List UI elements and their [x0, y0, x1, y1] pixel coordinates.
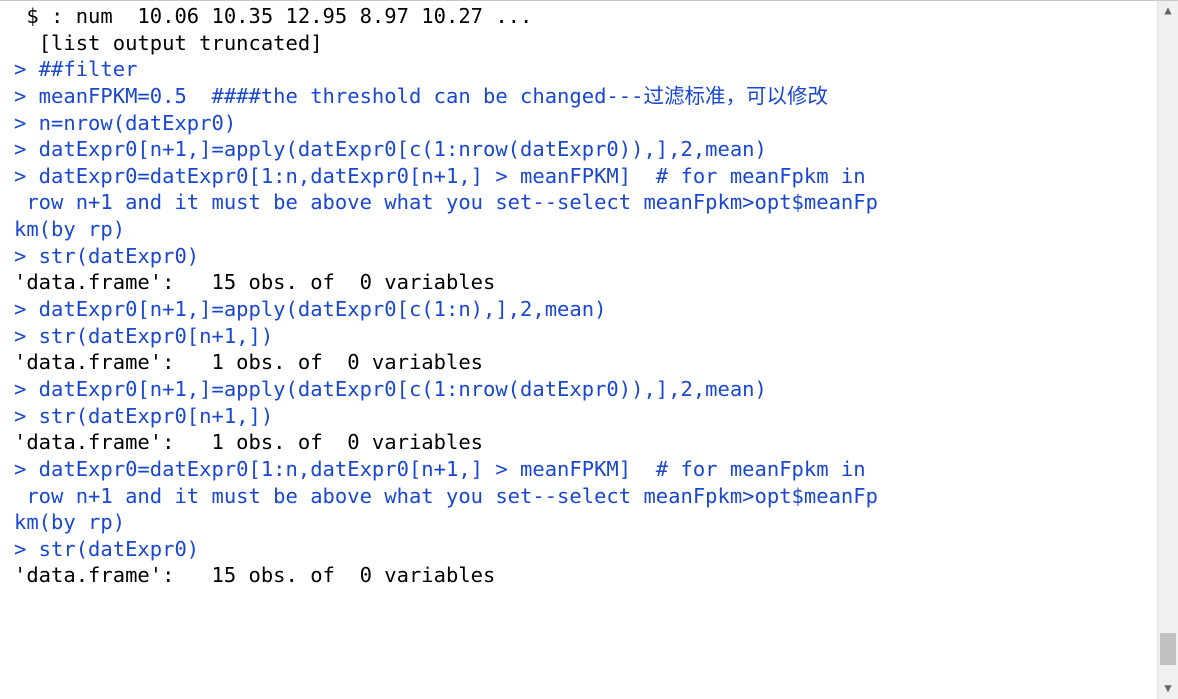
console-continuation-line: row n+1 and it must be above what you se…	[14, 483, 1158, 510]
console-input-line: > meanFPKM=0.5 ####the threshold can be …	[14, 83, 1158, 110]
output-text: $ : num 10.06 10.35 12.95 8.97 10.27 ...	[14, 4, 532, 28]
input-text: datExpr0[n+1,]=apply(datExpr0[c(1:n),],2…	[26, 297, 606, 321]
input-text: str(datExpr0[n+1,])	[26, 404, 273, 428]
console-input-line: > datExpr0=datExpr0[1:n,datExpr0[n+1,] >…	[14, 163, 1158, 190]
console-input-line: > datExpr0[n+1,]=apply(datExpr0[c(1:nrow…	[14, 376, 1158, 403]
input-text: str(datExpr0)	[26, 244, 199, 268]
continuation-text: row n+1 and it must be above what you se…	[14, 190, 878, 214]
input-text: n=nrow(datExpr0)	[26, 111, 236, 135]
console-input-line: > datExpr0[n+1,]=apply(datExpr0[c(1:n),]…	[14, 296, 1158, 323]
output-text: 'data.frame': 15 obs. of 0 variables	[14, 563, 495, 587]
console-output-line: 'data.frame': 15 obs. of 0 variables	[14, 562, 1158, 589]
prompt-symbol: >	[14, 244, 26, 268]
continuation-text: row n+1 and it must be above what you se…	[14, 484, 878, 508]
console-input-line: > str(datExpr0[n+1,])	[14, 403, 1158, 430]
input-text: datExpr0=datExpr0[1:n,datExpr0[n+1,] > m…	[26, 164, 865, 188]
prompt-symbol: >	[14, 137, 26, 161]
console-continuation-line: km(by rp)	[14, 216, 1158, 243]
prompt-symbol: >	[14, 57, 26, 81]
console-output-line: 'data.frame': 1 obs. of 0 variables	[14, 429, 1158, 456]
console-output-area[interactable]: $ : num 10.06 10.35 12.95 8.97 10.27 ...…	[0, 1, 1158, 699]
console-input-line: > datExpr0=datExpr0[1:n,datExpr0[n+1,] >…	[14, 456, 1158, 483]
console-input-line: > datExpr0[n+1,]=apply(datExpr0[c(1:nrow…	[14, 136, 1158, 163]
input-text: str(datExpr0[n+1,])	[26, 324, 273, 348]
console-output-line: [list output truncated]	[14, 30, 1158, 57]
output-text: 'data.frame': 1 obs. of 0 variables	[14, 430, 483, 454]
continuation-text: km(by rp)	[14, 217, 125, 241]
console-continuation-line: km(by rp)	[14, 509, 1158, 536]
console-input-line: > str(datExpr0)	[14, 243, 1158, 270]
output-text: 'data.frame': 1 obs. of 0 variables	[14, 350, 483, 374]
prompt-symbol: >	[14, 164, 26, 188]
console-window: $ : num 10.06 10.35 12.95 8.97 10.27 ...…	[0, 0, 1178, 699]
console-input-line: > n=nrow(datExpr0)	[14, 110, 1158, 137]
console-input-line: > str(datExpr0[n+1,])	[14, 323, 1158, 350]
prompt-symbol: >	[14, 537, 26, 561]
console-continuation-line: row n+1 and it must be above what you se…	[14, 189, 1158, 216]
prompt-symbol: >	[14, 457, 26, 481]
input-text: datExpr0[n+1,]=apply(datExpr0[c(1:nrow(d…	[26, 137, 767, 161]
console-input-line: > ##filter	[14, 56, 1158, 83]
console-output-line: $ : num 10.06 10.35 12.95 8.97 10.27 ...	[14, 3, 1158, 30]
prompt-symbol: >	[14, 111, 26, 135]
continuation-text: km(by rp)	[14, 510, 125, 534]
prompt-symbol: >	[14, 297, 26, 321]
prompt-symbol: >	[14, 84, 26, 108]
input-text: datExpr0[n+1,]=apply(datExpr0[c(1:nrow(d…	[26, 377, 767, 401]
input-text: datExpr0=datExpr0[1:n,datExpr0[n+1,] > m…	[26, 457, 865, 481]
input-text: ##filter	[26, 57, 137, 81]
console-output-line: 'data.frame': 15 obs. of 0 variables	[14, 269, 1158, 296]
console-input-line: > str(datExpr0)	[14, 536, 1158, 563]
scroll-down-arrow-icon[interactable]: ▼	[1158, 679, 1178, 699]
output-text: [list output truncated]	[14, 31, 323, 55]
prompt-symbol: >	[14, 324, 26, 348]
prompt-symbol: >	[14, 404, 26, 428]
input-text: meanFPKM=0.5 ####the threshold can be ch…	[26, 84, 828, 108]
input-text: str(datExpr0)	[26, 537, 199, 561]
scroll-up-arrow-icon[interactable]: ▲	[1158, 1, 1178, 21]
console-output-line: 'data.frame': 1 obs. of 0 variables	[14, 349, 1158, 376]
prompt-symbol: >	[14, 377, 26, 401]
vertical-scrollbar[interactable]: ▲ ▼	[1157, 1, 1178, 699]
scrollbar-thumb[interactable]	[1160, 633, 1176, 665]
output-text: 'data.frame': 15 obs. of 0 variables	[14, 270, 495, 294]
